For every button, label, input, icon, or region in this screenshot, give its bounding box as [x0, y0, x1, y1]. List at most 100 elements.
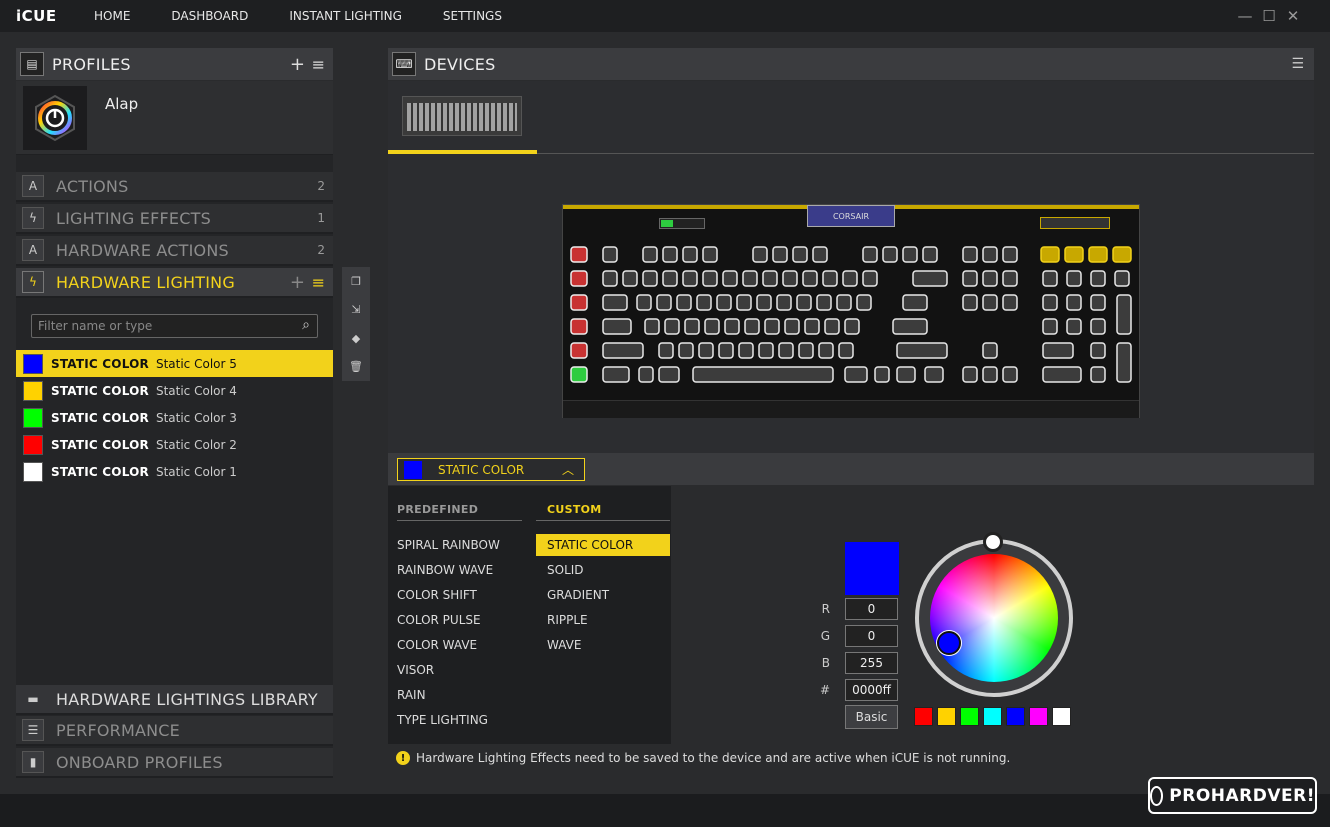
- keycap: [1042, 318, 1058, 335]
- lighting-row-static-color-4[interactable]: STATIC COLOR Static Color 4: [16, 377, 333, 404]
- keycap: [1066, 318, 1082, 335]
- predefined-visor[interactable]: VISOR: [397, 659, 434, 681]
- keycap: [724, 318, 740, 335]
- title-bar: iCUE HOME DASHBOARD INSTANT LIGHTING SET…: [0, 0, 1330, 32]
- predefined-color-pulse[interactable]: COLOR PULSE: [397, 609, 481, 631]
- lighting-type: STATIC COLOR: [51, 383, 149, 398]
- keycap: [762, 270, 778, 287]
- lighting-toolbar: ❐ ⇲ ◆ 🗑: [342, 267, 370, 381]
- keycap: [922, 246, 938, 263]
- profiles-menu-icon[interactable]: ≡: [312, 55, 325, 74]
- color-picker-handle[interactable]: [937, 631, 961, 655]
- section-performance[interactable]: ☰ PERFORMANCE: [16, 716, 333, 746]
- palette-cyan[interactable]: [983, 707, 1002, 726]
- lighting-name: Static Color 2: [155, 437, 237, 452]
- predefined-rainbow-wave[interactable]: RAINBOW WAVE: [397, 559, 493, 581]
- add-profile-button[interactable]: +: [290, 54, 305, 75]
- custom-gradient[interactable]: GRADIENT: [536, 584, 670, 606]
- palette-red[interactable]: [914, 707, 933, 726]
- predefined-spiral-rainbow[interactable]: SPIRAL RAINBOW: [397, 534, 500, 556]
- color-swatch: [23, 407, 43, 428]
- nav-instant-lighting[interactable]: INSTANT LIGHTING: [289, 9, 402, 23]
- custom-ripple[interactable]: RIPPLE: [536, 609, 670, 631]
- keycap: [1042, 294, 1058, 311]
- device-thumbnail[interactable]: [402, 96, 522, 136]
- section-hardware-lighting[interactable]: ϟ HARDWARE LIGHTING + ≡: [16, 268, 333, 298]
- export-icon[interactable]: ◆: [352, 332, 360, 345]
- keycap: [1066, 270, 1082, 287]
- r-input[interactable]: 0: [845, 598, 898, 620]
- icue-logo-icon: [35, 94, 75, 142]
- keycap: [722, 270, 738, 287]
- lighting-row-static-color-1[interactable]: STATIC COLOR Static Color 1: [16, 458, 333, 485]
- keycap: [682, 246, 698, 263]
- predefined-color-shift[interactable]: COLOR SHIFT: [397, 584, 477, 606]
- section-actions[interactable]: A ACTIONS 2: [16, 172, 333, 202]
- predefined-color-wave[interactable]: COLOR WAVE: [397, 634, 477, 656]
- section-onboard-profiles[interactable]: ▮ ONBOARD PROFILES: [16, 748, 333, 778]
- keycap: [882, 246, 898, 263]
- import-icon[interactable]: ⇲: [351, 303, 360, 316]
- keycap: [1002, 270, 1018, 287]
- g-label: G: [820, 629, 830, 643]
- palette-white[interactable]: [1052, 707, 1071, 726]
- g-input[interactable]: 0: [845, 625, 898, 647]
- palette-yellow[interactable]: [937, 707, 956, 726]
- close-button[interactable]: ✕: [1281, 0, 1305, 32]
- hardware-lighting-menu-icon[interactable]: ≡: [312, 273, 325, 292]
- lighting-row-static-color-2[interactable]: STATIC COLOR Static Color 2: [16, 431, 333, 458]
- search-icon[interactable]: ⌕: [302, 317, 310, 333]
- copy-icon[interactable]: ❐: [351, 275, 361, 288]
- section-lighting-effects[interactable]: ϟ LIGHTING EFFECTS 1: [16, 204, 333, 234]
- b-label: B: [821, 656, 830, 670]
- keycap: [1090, 294, 1106, 311]
- color-preview: [845, 542, 899, 595]
- section-hardware-actions[interactable]: A HARDWARE ACTIONS 2: [16, 236, 333, 266]
- predefined-rain[interactable]: RAIN: [397, 684, 426, 706]
- keycap: [1090, 270, 1106, 287]
- devices-menu-icon[interactable]: ☰: [1291, 56, 1304, 72]
- section-hardware-lightings-library[interactable]: ▬ HARDWARE LIGHTINGS LIBRARY: [16, 685, 333, 715]
- keycap: [1042, 366, 1082, 383]
- custom-solid[interactable]: SOLID: [536, 559, 670, 581]
- keycap: [716, 294, 732, 311]
- keycap: [602, 270, 618, 287]
- predefined-type-lighting[interactable]: TYPE LIGHTING: [397, 709, 488, 731]
- nav-dashboard[interactable]: DASHBOARD: [171, 9, 248, 23]
- filter-field[interactable]: ⌕: [31, 314, 318, 338]
- keycap: [738, 342, 754, 359]
- keycap: [704, 318, 720, 335]
- profile-item[interactable]: Alap: [16, 81, 333, 155]
- filter-input[interactable]: [32, 315, 282, 337]
- media-key-green: [661, 220, 673, 227]
- keycap: [664, 318, 680, 335]
- color-wheel[interactable]: [930, 554, 1058, 682]
- minimize-button[interactable]: —: [1233, 0, 1257, 32]
- brightness-handle[interactable]: [983, 532, 1003, 552]
- profile-name: Alap: [105, 95, 139, 113]
- maximize-button[interactable]: ☐: [1257, 0, 1281, 32]
- palette-green[interactable]: [960, 707, 979, 726]
- palette-blue[interactable]: [1006, 707, 1025, 726]
- app-logo: iCUE: [16, 7, 57, 25]
- keycap: [570, 270, 588, 287]
- nav-settings[interactable]: SETTINGS: [443, 9, 502, 23]
- add-hardware-lighting-button[interactable]: +: [290, 272, 305, 293]
- palette-magenta[interactable]: [1029, 707, 1048, 726]
- b-input[interactable]: 255: [845, 652, 898, 674]
- keycap: [902, 294, 928, 311]
- custom-header: CUSTOM: [536, 503, 670, 521]
- trash-icon[interactable]: 🗑: [349, 360, 363, 373]
- custom-static-color[interactable]: STATIC COLOR: [536, 534, 670, 556]
- hex-input[interactable]: 0000ff: [845, 679, 898, 701]
- lightning-icon: ϟ: [22, 207, 44, 229]
- wrist-rest: [563, 400, 1139, 418]
- lighting-row-static-color-3[interactable]: STATIC COLOR Static Color 3: [16, 404, 333, 431]
- lighting-row-static-color-5[interactable]: STATIC COLOR Static Color 5: [16, 350, 333, 377]
- basic-button[interactable]: Basic: [845, 705, 898, 729]
- keycap: [824, 318, 840, 335]
- effect-type-dropdown[interactable]: STATIC COLOR ︿: [397, 458, 585, 481]
- custom-wave[interactable]: WAVE: [536, 634, 670, 656]
- nav-home[interactable]: HOME: [94, 9, 130, 23]
- keyboard-thumbnail-image: [407, 103, 517, 131]
